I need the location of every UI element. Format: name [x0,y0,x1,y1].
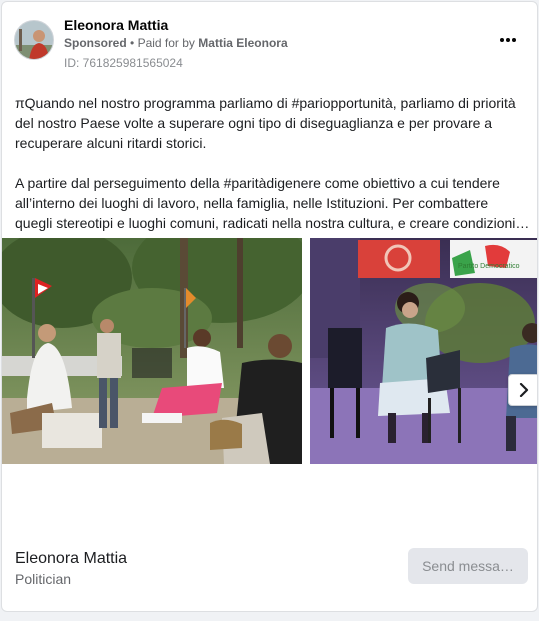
more-options-icon[interactable] [497,32,519,48]
chevron-right-icon [519,383,529,397]
send-message-button[interactable]: Send messa… [408,548,528,584]
slide-sign-text: Partito Democratico [458,263,520,270]
ad-header: Eleonora Mattia Sponsored • Paid for by … [2,2,537,74]
ad-id: ID: 761825981565024 [64,56,183,70]
ad-card: Eleonora Mattia Sponsored • Paid for by … [1,1,538,612]
body-paragraph-2-line-1: A partire dal perseguimento della #parit… [15,175,500,191]
footer-page-name[interactable]: Eleonora Mattia [15,550,127,568]
carousel-image-1[interactable] [2,238,302,464]
sponsored-label: Sponsored [64,36,127,50]
avatar[interactable] [14,20,54,60]
body-paragraph-2-line-2: all’interno dei luoghi di lavoro, nella … [15,195,489,211]
body-paragraph-2-line-3: quegli stereotipi e luoghi comuni, radic… [15,215,530,231]
body-paragraph-1: πQuando nel nostro programma parliamo di… [15,95,516,151]
image-carousel[interactable]: Partito Democratico [2,238,537,464]
sponsored-line: Sponsored • Paid for by Mattia Eleonora [64,36,288,50]
footer-category: Politician [15,571,72,587]
ad-body-text: πQuando nel nostro programma parliamo di… [15,93,530,233]
send-message-label: Send messa… [422,558,514,574]
paid-for-prefix: Paid for by [137,36,195,50]
carousel-image-2[interactable]: Partito Democratico [310,238,537,464]
page-name[interactable]: Eleonora Mattia [64,17,168,33]
separator-dot: • [130,36,135,50]
carousel-next-button[interactable] [508,374,537,406]
paid-for-name: Mattia Eleonora [198,36,288,50]
